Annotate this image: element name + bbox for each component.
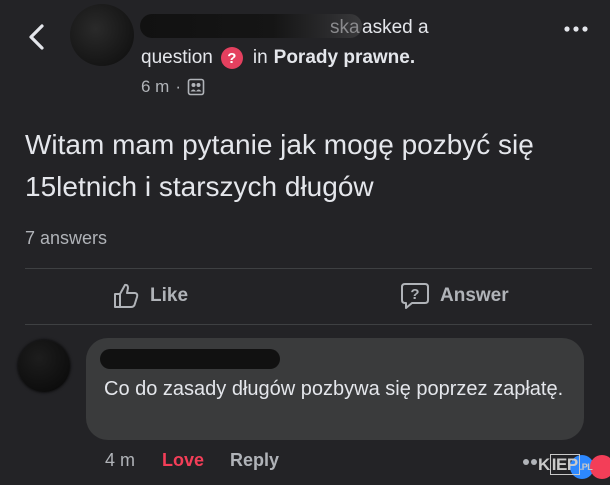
comment-time[interactable]: 4 m [105,450,135,471]
commenter-name-redacted [100,349,280,369]
in-label: in [252,47,268,68]
comment-text: Co do zasady długów pozbywa się poprzez … [104,378,564,400]
question-text: Witam mam pytanie jak mogę pozbyć się 15… [25,129,534,202]
answer-label: Answer [440,285,509,306]
meta-separator: · [175,77,182,96]
post-time[interactable]: 6 m [141,77,169,97]
watermark-logo: K IEP .PL [538,454,593,475]
divider-top [25,268,592,269]
thumbs-up-icon [114,283,139,308]
answers-count[interactable]: 7 answers [25,228,107,249]
more-options-icon[interactable] [563,23,589,35]
post-meta: 6 m · [141,77,205,97]
author-avatar[interactable] [70,4,134,66]
group-icon [187,78,205,96]
group-name-link[interactable]: Porady prawne. [274,47,416,69]
divider-bottom [25,324,592,325]
reply-button[interactable]: Reply [230,450,279,471]
love-reaction-button[interactable]: Love [162,450,204,471]
question-badge-icon: ? [220,47,243,69]
like-label: Like [150,285,189,306]
author-name-redacted [140,14,362,38]
asked-label: asked a [362,17,429,38]
question-bubble-icon: ? [401,283,429,309]
commenter-avatar[interactable] [18,340,70,392]
like-button[interactable]: Like [112,282,188,310]
question-word: question [141,47,213,68]
answer-button[interactable]: ? Answer [400,282,509,310]
question-line: question ? in Porady prawne. [141,47,415,69]
back-chevron-icon[interactable] [22,20,52,54]
svg-text:?: ? [410,286,419,303]
author-name[interactable]: ska [330,17,360,39]
